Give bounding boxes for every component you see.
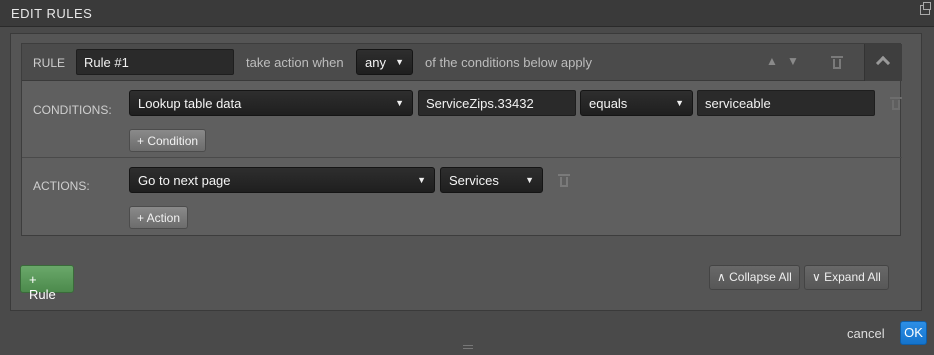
move-up-icon[interactable]: ▲ — [766, 54, 778, 68]
chevron-down-icon: ▼ — [395, 98, 404, 108]
expand-all-label: Expand All — [824, 270, 881, 284]
collapse-all-label: Collapse All — [729, 270, 792, 284]
delete-rule-icon[interactable] — [831, 56, 843, 69]
take-action-text: take action when — [246, 55, 344, 70]
condition-operator-value: equals — [589, 96, 628, 111]
chevron-down-icon: ▼ — [395, 57, 404, 67]
condition-value-input[interactable] — [697, 90, 875, 116]
add-rule-button[interactable]: + Rule — [20, 265, 74, 302]
chevron-up-icon — [875, 55, 891, 71]
rules-panel: RULE take action when any ▼ of the condi… — [10, 33, 922, 311]
chevron-down-icon: ▼ — [417, 175, 426, 185]
cancel-link[interactable]: cancel — [847, 326, 885, 341]
chevron-up-icon: ∧ — [717, 270, 730, 284]
action-target-select[interactable]: Services ▼ — [440, 167, 543, 193]
rule-label: RULE — [33, 56, 66, 70]
popout-icon[interactable] — [920, 2, 931, 15]
chevron-down-icon: ▼ — [525, 175, 534, 185]
collapse-rule-button[interactable] — [864, 44, 902, 81]
dialog-titlebar: EDIT RULES — [0, 0, 934, 27]
chevron-down-icon: ▼ — [675, 98, 684, 108]
add-condition-button[interactable]: + Condition — [129, 129, 207, 152]
chevron-down-icon: ∨ — [812, 270, 825, 284]
condition-source-value: Lookup table data — [138, 96, 242, 111]
actions-row: ACTIONS: Go to next page ▼ Services ▼ + … — [22, 158, 902, 236]
dialog-title: EDIT RULES — [11, 6, 93, 21]
rule-card: RULE take action when any ▼ of the condi… — [21, 43, 902, 236]
expand-all-button[interactable]: ∨ Expand All — [804, 265, 889, 290]
rule-name-input[interactable] — [76, 49, 234, 75]
match-mode-select[interactable]: any ▼ — [356, 49, 413, 75]
move-down-icon[interactable]: ▼ — [787, 54, 799, 68]
conditions-label: CONDITIONS: — [33, 103, 112, 117]
ok-button[interactable]: OK — [900, 321, 927, 345]
condition-field-input[interactable] — [418, 90, 576, 116]
conditions-apply-text: of the conditions below apply — [425, 55, 592, 70]
actions-label: ACTIONS: — [33, 179, 90, 193]
delete-action-icon[interactable] — [558, 174, 570, 187]
action-target-value: Services — [449, 173, 499, 188]
condition-source-select[interactable]: Lookup table data ▼ — [129, 90, 413, 116]
dialog-footer: cancel OK — [0, 315, 934, 355]
action-type-value: Go to next page — [138, 173, 231, 188]
action-type-select[interactable]: Go to next page ▼ — [129, 167, 435, 193]
delete-condition-icon[interactable] — [890, 97, 902, 110]
collapse-all-button[interactable]: ∧ Collapse All — [709, 265, 800, 290]
match-mode-value: any — [365, 55, 386, 70]
condition-operator-select[interactable]: equals ▼ — [580, 90, 693, 116]
add-action-button[interactable]: + Action — [129, 206, 189, 229]
rule-header: RULE take action when any ▼ of the condi… — [22, 44, 902, 81]
conditions-row: CONDITIONS: Lookup table data ▼ equals ▼… — [22, 82, 902, 158]
resize-grip-icon[interactable] — [463, 345, 473, 349]
